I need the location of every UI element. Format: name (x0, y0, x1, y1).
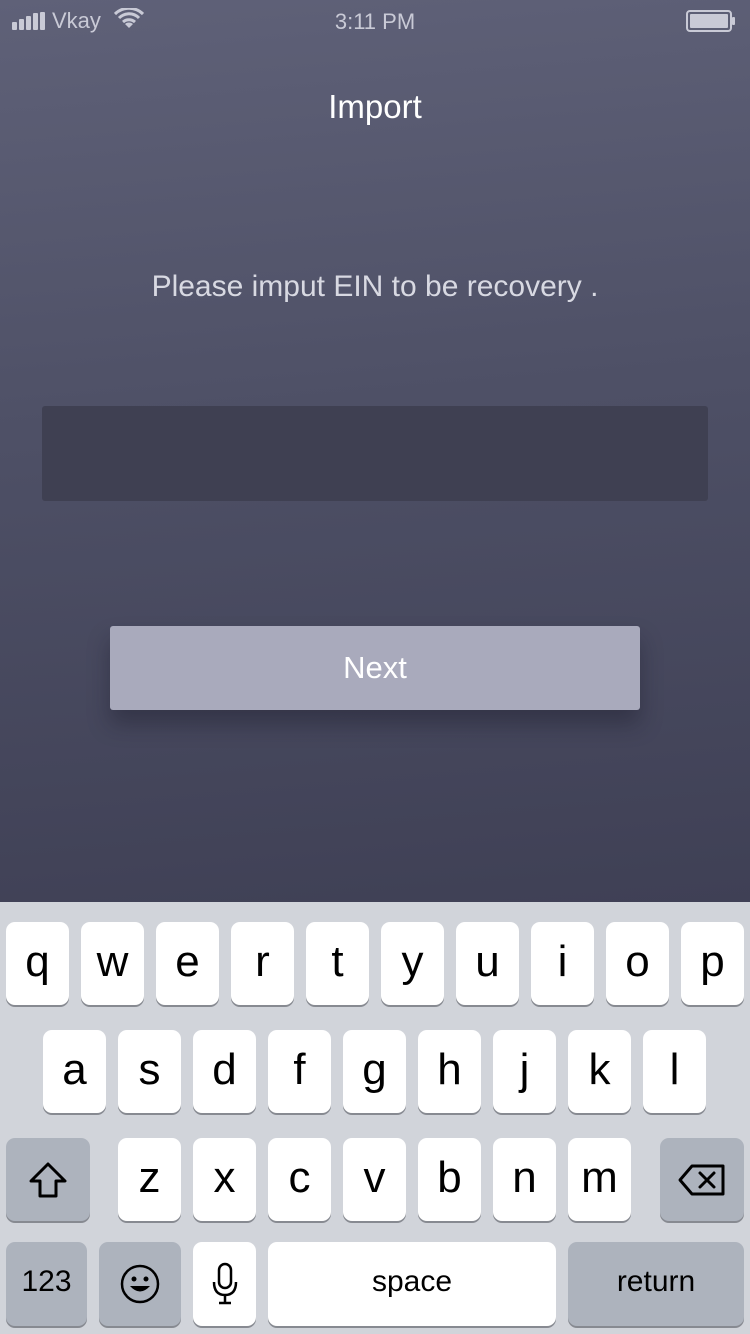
page-title: Import (328, 88, 422, 125)
key-label: z (138, 1152, 161, 1202)
key-label: d (212, 1044, 237, 1094)
key-label: q (25, 936, 50, 986)
shift-key[interactable] (6, 1138, 90, 1221)
key-a[interactable]: a (43, 1030, 106, 1113)
instruction-text: Please imput EIN to be recovery . (151, 270, 599, 303)
key-label: a (62, 1044, 87, 1094)
key-label: f (293, 1044, 306, 1094)
key-y[interactable]: y (381, 922, 444, 1005)
key-label: u (475, 936, 500, 986)
key-label: 123 (21, 1265, 72, 1298)
key-label: j (519, 1044, 530, 1094)
space-key[interactable]: space (268, 1242, 556, 1326)
key-v[interactable]: v (343, 1138, 406, 1221)
backspace-key[interactable] (660, 1138, 744, 1221)
numbers-key[interactable]: 123 (6, 1242, 87, 1326)
key-f[interactable]: f (268, 1030, 331, 1113)
key-label: m (581, 1152, 618, 1202)
key-r[interactable]: r (231, 922, 294, 1005)
key-label: c (288, 1152, 311, 1202)
key-label: r (255, 936, 270, 986)
key-m[interactable]: m (568, 1138, 631, 1221)
key-label: o (625, 936, 650, 986)
backspace-icon (678, 1164, 725, 1195)
key-u[interactable]: u (456, 922, 519, 1005)
key-label: e (175, 936, 200, 986)
key-label: p (700, 936, 725, 986)
key-label: n (512, 1152, 537, 1202)
key-s[interactable]: s (118, 1030, 181, 1113)
key-j[interactable]: j (493, 1030, 556, 1113)
key-d[interactable]: d (193, 1030, 256, 1113)
key-label: v (363, 1152, 386, 1202)
key-p[interactable]: p (681, 922, 744, 1005)
key-k[interactable]: k (568, 1030, 631, 1113)
key-label: return (616, 1265, 696, 1298)
return-key[interactable]: return (568, 1242, 744, 1326)
key-e[interactable]: e (156, 922, 219, 1005)
battery-icon (686, 10, 735, 32)
key-label: g (362, 1044, 387, 1094)
key-label: y (401, 936, 424, 986)
key-h[interactable]: h (418, 1030, 481, 1113)
key-l[interactable]: l (643, 1030, 706, 1113)
key-o[interactable]: o (606, 922, 669, 1005)
key-q[interactable]: q (6, 922, 69, 1005)
key-label: i (557, 936, 568, 986)
key-x[interactable]: x (193, 1138, 256, 1221)
key-label: l (669, 1044, 680, 1094)
emoji-key[interactable] (99, 1242, 181, 1326)
key-n[interactable]: n (493, 1138, 556, 1221)
app-screen: Vkay 3:11 PM Import Please imput EIN to … (0, 0, 750, 902)
key-g[interactable]: g (343, 1030, 406, 1113)
key-z[interactable]: z (118, 1138, 181, 1221)
status-bar: Vkay 3:11 PM (0, 0, 750, 40)
emoji-icon (120, 1264, 160, 1304)
next-button[interactable]: Next (110, 626, 640, 710)
microphone-icon (212, 1262, 237, 1305)
microphone-key[interactable] (193, 1242, 256, 1326)
key-t[interactable]: t (306, 922, 369, 1005)
shift-icon (29, 1162, 67, 1197)
ein-input[interactable] (42, 406, 708, 501)
key-c[interactable]: c (268, 1138, 331, 1221)
key-label: h (437, 1044, 462, 1094)
key-label: t (331, 936, 344, 986)
key-label: b (437, 1152, 462, 1202)
key-label: space (371, 1265, 453, 1298)
key-label: s (138, 1044, 161, 1094)
key-label: x (213, 1152, 236, 1202)
keyboard: q w e r t y u i o p a s d f g h j k l z … (0, 902, 750, 1334)
key-label: w (96, 936, 129, 986)
key-i[interactable]: i (531, 922, 594, 1005)
status-time: 3:11 PM (334, 9, 416, 34)
key-b[interactable]: b (418, 1138, 481, 1221)
key-w[interactable]: w (81, 922, 144, 1005)
key-label: k (588, 1044, 611, 1094)
